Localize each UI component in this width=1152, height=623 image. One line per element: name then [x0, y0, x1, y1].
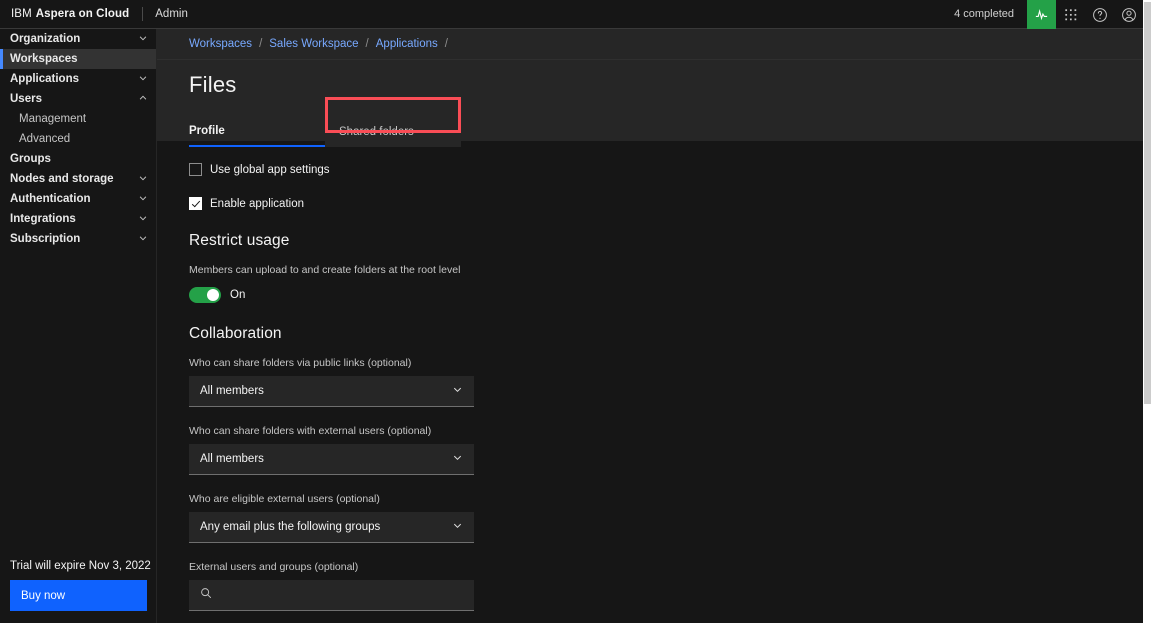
chevron-down-icon: [452, 450, 463, 468]
select-value: All members: [200, 453, 264, 465]
top-header-bar: IBM Aspera on Cloud Admin 4 completed: [0, 0, 1143, 29]
select-value: Any email plus the following groups: [200, 521, 381, 533]
checkbox-label: Use global app settings: [210, 163, 330, 176]
field-eligible-external-users: Who are eligible external users (optiona…: [189, 493, 1143, 543]
breadcrumb-separator: /: [259, 38, 263, 50]
breadcrumb: Workspaces / Sales Workspace / Applicati…: [157, 29, 1143, 60]
tab-bar: Profile Shared folders: [189, 97, 1143, 147]
breadcrumb-item-sales-workspace[interactable]: Sales Workspace: [269, 38, 358, 50]
public-links-sharing-select[interactable]: All members: [189, 376, 474, 407]
sidebar-item-organization[interactable]: Organization: [0, 29, 156, 49]
tab-profile[interactable]: Profile: [189, 117, 325, 147]
chevron-down-icon: [138, 233, 148, 246]
field-public-links-sharing: Who can share folders via public links (…: [189, 357, 1143, 407]
trial-expiry-text: Trial will expire Nov 3, 2022: [10, 560, 151, 572]
sidebar-item-label: Groups: [10, 153, 51, 165]
main-content-area: Workspaces / Sales Workspace / Applicati…: [157, 29, 1143, 623]
field-external-users-and-groups: External users and groups (optional): [189, 561, 1143, 611]
activity-pulse-icon[interactable]: [1027, 0, 1056, 29]
sidebar-item-authentication[interactable]: Authentication: [0, 189, 156, 209]
left-sidebar-nav: Organization Workspaces Applications Use…: [0, 29, 157, 623]
brand-ibm-text: IBM: [11, 8, 32, 20]
help-circle-icon[interactable]: [1085, 0, 1114, 29]
user-avatar-icon[interactable]: [1114, 0, 1143, 29]
sidebar-item-label: Workspaces: [10, 53, 78, 65]
sidebar-item-groups[interactable]: Groups: [0, 149, 156, 169]
settings-form: Use global app settings Enable applicati…: [157, 141, 1143, 623]
chevron-down-icon: [138, 73, 148, 86]
breadcrumb-item-applications[interactable]: Applications: [376, 38, 438, 50]
collaboration-heading: Collaboration: [189, 325, 282, 342]
eligible-external-users-select[interactable]: Any email plus the following groups: [189, 512, 474, 543]
tab-shared-folders[interactable]: Shared folders: [325, 117, 461, 147]
restrict-usage-heading: Restrict usage: [189, 232, 290, 249]
restrict-usage-toggle-row: On: [189, 287, 1143, 303]
external-users-groups-search[interactable]: [189, 580, 474, 611]
sidebar-item-applications[interactable]: Applications: [0, 69, 156, 89]
sidebar-item-label: Applications: [10, 73, 80, 85]
checkbox-label: Enable application: [210, 197, 304, 210]
use-global-app-settings-checkbox[interactable]: [189, 163, 202, 176]
chevron-down-icon: [452, 518, 463, 536]
sidebar-subitem-advanced[interactable]: Advanced: [0, 129, 156, 149]
completed-count-label: 4 completed: [954, 8, 1014, 20]
sidebar-item-nodes-and-storage[interactable]: Nodes and storage: [0, 169, 156, 189]
page-header-band: Files Profile Shared folders: [157, 60, 1143, 147]
sidebar-item-label: Subscription: [10, 233, 81, 245]
header-spacer: [188, 0, 941, 28]
buy-now-button[interactable]: Buy now: [10, 580, 147, 611]
header-divider: [142, 7, 144, 21]
field-label: Who can share folders via public links (…: [189, 357, 412, 369]
brand-logo[interactable]: IBM Aspera on Cloud: [0, 0, 129, 28]
chevron-down-icon: [138, 213, 148, 226]
sidebar-item-subscription[interactable]: Subscription: [0, 229, 156, 249]
search-icon: [200, 586, 212, 604]
sidebar-item-label: Users: [10, 93, 42, 105]
scrollbar-thumb[interactable]: [1144, 2, 1151, 404]
application-window: IBM Aspera on Cloud Admin 4 completed Or…: [0, 0, 1152, 623]
brand-product-text: Aspera on Cloud: [35, 8, 130, 20]
chevron-up-icon: [138, 93, 148, 106]
restrict-usage-helper-text: Members can upload to and create folders…: [189, 264, 461, 276]
sidebar-item-integrations[interactable]: Integrations: [0, 209, 156, 229]
chevron-down-icon: [138, 193, 148, 206]
breadcrumb-item-workspaces[interactable]: Workspaces: [189, 38, 252, 50]
page-title: Files: [189, 72, 237, 97]
sidebar-item-label: Organization: [10, 33, 81, 45]
toggle-state-label: On: [230, 289, 246, 301]
app-switcher-icon[interactable]: [1056, 0, 1085, 29]
chevron-down-icon: [138, 33, 148, 46]
checkbox-row-use-global-app-settings[interactable]: Use global app settings: [189, 163, 1143, 176]
admin-nav-link[interactable]: Admin: [155, 0, 188, 28]
search-input[interactable]: [220, 589, 463, 601]
select-value: All members: [200, 385, 264, 397]
chevron-down-icon: [138, 173, 148, 186]
checkbox-row-enable-application[interactable]: Enable application: [189, 197, 1143, 210]
sidebar-subitem-management[interactable]: Management: [0, 109, 156, 129]
field-label: External users and groups (optional): [189, 561, 359, 573]
enable-application-checkbox[interactable]: [189, 197, 202, 210]
chevron-down-icon: [452, 382, 463, 400]
sidebar-item-label: Authentication: [10, 193, 91, 205]
restrict-usage-toggle[interactable]: [189, 287, 221, 303]
sidebar-item-label: Nodes and storage: [10, 173, 114, 185]
sidebar-item-workspaces[interactable]: Workspaces: [0, 49, 156, 69]
field-label: Who are eligible external users (optiona…: [189, 493, 380, 505]
sidebar-item-users[interactable]: Users: [0, 89, 156, 109]
breadcrumb-separator-trailing: /: [444, 38, 448, 50]
page-scrollbar[interactable]: [1143, 0, 1152, 623]
trial-expiry-panel: Trial will expire Nov 3, 2022 Buy now: [0, 560, 156, 623]
field-label: Who can share folders with external user…: [189, 425, 432, 437]
field-external-users-sharing: Who can share folders with external user…: [189, 425, 1143, 475]
breadcrumb-separator: /: [365, 38, 369, 50]
sidebar-item-label: Integrations: [10, 213, 76, 225]
external-users-sharing-select[interactable]: All members: [189, 444, 474, 475]
